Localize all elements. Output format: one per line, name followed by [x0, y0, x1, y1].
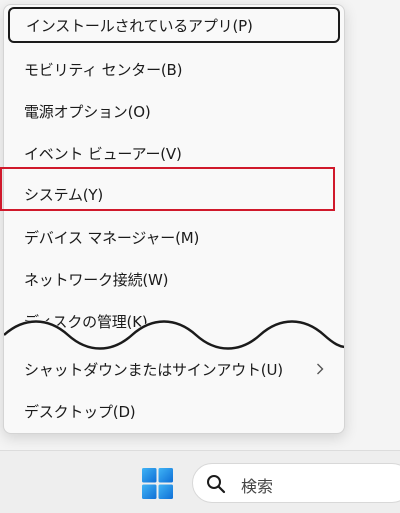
menu-item-label: シャットダウンまたはサインアウト(U) [24, 360, 283, 379]
menu-item-device-manager[interactable]: デバイス マネージャー(M) [4, 219, 344, 255]
search-icon [207, 475, 226, 494]
menu-item-mobility-center[interactable]: モビリティ センター(B) [4, 51, 344, 87]
menu-item-installed-apps[interactable]: インストールされているアプリ(P) [8, 7, 340, 43]
taskbar: 検索 [0, 450, 400, 513]
menu-item-label: ネットワーク接続(W) [24, 270, 169, 289]
search-placeholder: 検索 [241, 477, 274, 496]
menu-item-label: イベント ビューアー(V) [24, 144, 182, 163]
torn-edge-divider [4, 319, 344, 355]
menu-item-event-viewer[interactable]: イベント ビューアー(V) [4, 135, 344, 171]
taskbar-search-box[interactable]: 検索 [192, 463, 400, 503]
menu-item-network-connections[interactable]: ネットワーク接続(W) [4, 261, 344, 297]
menu-item-label: デスクトップ(D) [24, 402, 136, 421]
red-highlight-box [0, 167, 335, 211]
menu-item-label: 電源オプション(O) [24, 102, 151, 121]
menu-item-label: デバイス マネージャー(M) [24, 228, 200, 247]
windows-logo-icon[interactable] [142, 468, 173, 499]
menu-item-shutdown-signout[interactable]: シャットダウンまたはサインアウト(U) [4, 351, 344, 387]
menu-item-label: インストールされているアプリ(P) [26, 16, 253, 35]
menu-item-label: モビリティ センター(B) [24, 60, 183, 79]
winx-context-menu: インストールされているアプリ(P) モビリティ センター(B) 電源オプション(… [3, 4, 345, 434]
menu-item-desktop[interactable]: デスクトップ(D) [4, 393, 344, 429]
chevron-right-icon [316, 351, 324, 387]
menu-item-power-options[interactable]: 電源オプション(O) [4, 93, 344, 129]
